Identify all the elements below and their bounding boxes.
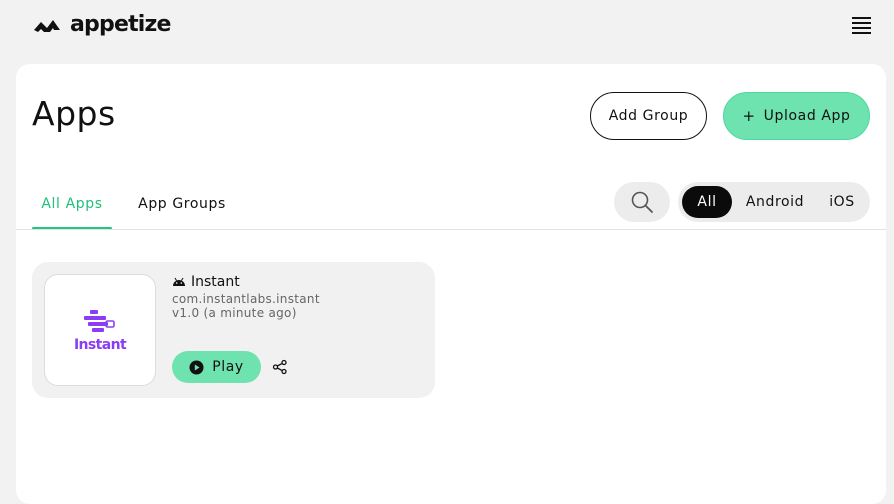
android-icon xyxy=(173,277,185,286)
app-bundle-id: com.instantlabs.instant xyxy=(172,292,320,306)
appetize-logo[interactable]: appetize xyxy=(32,10,171,38)
add-group-label: Add Group xyxy=(608,108,689,124)
search-button[interactable] xyxy=(614,182,670,222)
play-circle-icon xyxy=(189,360,204,374)
search-icon xyxy=(631,191,653,213)
instant-logo-icon xyxy=(84,309,115,332)
app-card[interactable]: Instant Instant com.instantlabs.instant … xyxy=(32,262,435,398)
tab-app-groups[interactable]: App Groups xyxy=(128,182,236,230)
platform-filter: All Android iOS xyxy=(678,182,870,222)
add-group-button[interactable]: Add Group xyxy=(590,92,707,140)
play-button[interactable]: Play xyxy=(172,351,261,383)
app-name: Instant xyxy=(191,274,240,290)
brand-name: appetize xyxy=(70,11,171,37)
app-title: Instant xyxy=(172,274,240,290)
hamburger-menu-icon[interactable] xyxy=(850,14,874,34)
tabs-divider xyxy=(16,229,886,230)
apps-panel: Apps Add Group + Upload App All Apps App… xyxy=(16,64,886,504)
app-icon-label: Instant xyxy=(73,336,127,353)
page-title: Apps xyxy=(32,94,116,133)
plus-icon: + xyxy=(742,106,756,125)
top-bar: appetize xyxy=(0,0,894,52)
filter-android[interactable]: Android xyxy=(732,186,818,218)
share-icon[interactable] xyxy=(272,359,288,375)
appetize-logo-icon xyxy=(34,20,60,32)
tab-all-apps[interactable]: All Apps xyxy=(32,182,112,230)
upload-app-label: Upload App xyxy=(763,108,851,124)
upload-app-button[interactable]: + Upload App xyxy=(723,92,870,140)
filter-all[interactable]: All xyxy=(682,186,732,218)
tab-all-apps-label: All Apps xyxy=(41,196,103,212)
app-version: v1.0 (a minute ago) xyxy=(172,306,297,320)
tab-app-groups-label: App Groups xyxy=(138,196,226,212)
filter-ios[interactable]: iOS xyxy=(818,186,866,218)
app-icon[interactable]: Instant xyxy=(44,274,156,386)
play-label: Play xyxy=(212,359,244,375)
